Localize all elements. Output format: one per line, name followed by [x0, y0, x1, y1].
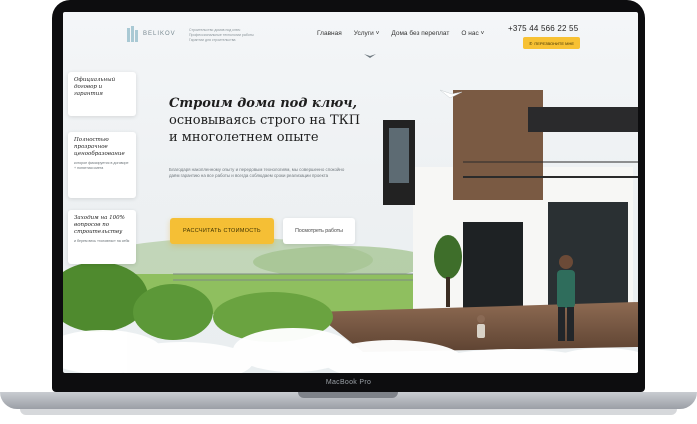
laptop-notch	[298, 392, 398, 398]
site-logo[interactable]: BELIKOV	[127, 26, 176, 42]
callback-button[interactable]: ✆ ПЕРЕЗВОНИТЕ МНЕ	[523, 37, 580, 49]
nav-item-home[interactable]: Главная	[317, 30, 342, 37]
logo-text: BELIKOV	[143, 31, 176, 37]
nav-item-houses[interactable]: Дома без переплат	[391, 30, 449, 37]
nav-item-services-label: Услуги	[353, 30, 374, 37]
nav-item-services[interactable]: Услуги ˅	[354, 30, 380, 37]
benefit-card-support: Заходим на 100% вопросов по строительств…	[68, 210, 136, 264]
website-screen: BELIKOV Строительство домов под ключ Про…	[63, 12, 638, 373]
phone-number[interactable]: +375 44 566 22 55	[508, 24, 578, 33]
hero-illustration	[63, 54, 638, 373]
benefit-card-title: Официальный договор и гарантия	[74, 77, 116, 97]
wood-facade	[453, 90, 543, 200]
nav-item-about-label: О нас	[461, 30, 479, 37]
hero-title-rest: основываясь строго на ТКП и многолетнем …	[169, 113, 361, 145]
chevron-down-icon: ˅	[480, 30, 485, 37]
benefit-card-title: Полностью прозрачное ценообразование	[74, 137, 125, 157]
calculate-cost-button[interactable]: РАССЧИТАТЬ СТОИМОСТЬ	[170, 218, 274, 244]
hero-title-emphasis: Строим дома под ключ,	[169, 96, 358, 111]
device-label: MacBook Pro	[325, 379, 372, 386]
callback-label: ПЕРЕЗВОНИТЕ МНЕ	[534, 40, 575, 46]
benefit-card-desc: которое фиксируется в договоре + понятна…	[74, 161, 129, 170]
hero-subtitle: Благодаря накопленному опыту и передовым…	[169, 167, 345, 178]
benefit-card-title: Заходим на 100% вопросов по строительств…	[74, 215, 125, 235]
chevron-down-icon: ˅	[375, 30, 380, 37]
nav-item-about[interactable]: О нас ˅	[461, 30, 484, 37]
site-tagline: Строительство домов под ключ Профессиона…	[189, 28, 254, 42]
main-nav: Главная Услуги ˅ Дома без переплат О нас…	[317, 30, 484, 37]
benefit-card-contract: Официальный договор и гарантия	[68, 72, 136, 116]
benefit-card-desc: и берем весь «головняк» на себя	[74, 239, 130, 243]
view-works-button[interactable]: Посмотреть работы	[283, 218, 355, 244]
benefit-card-pricing: Полностью прозрачное ценообразование кот…	[68, 132, 136, 198]
logo-icon	[127, 26, 139, 42]
hero-title: Строим дома под ключ, основываясь строго…	[169, 95, 369, 146]
laptop-shadow	[20, 409, 677, 415]
phone-icon: ✆	[528, 40, 533, 46]
